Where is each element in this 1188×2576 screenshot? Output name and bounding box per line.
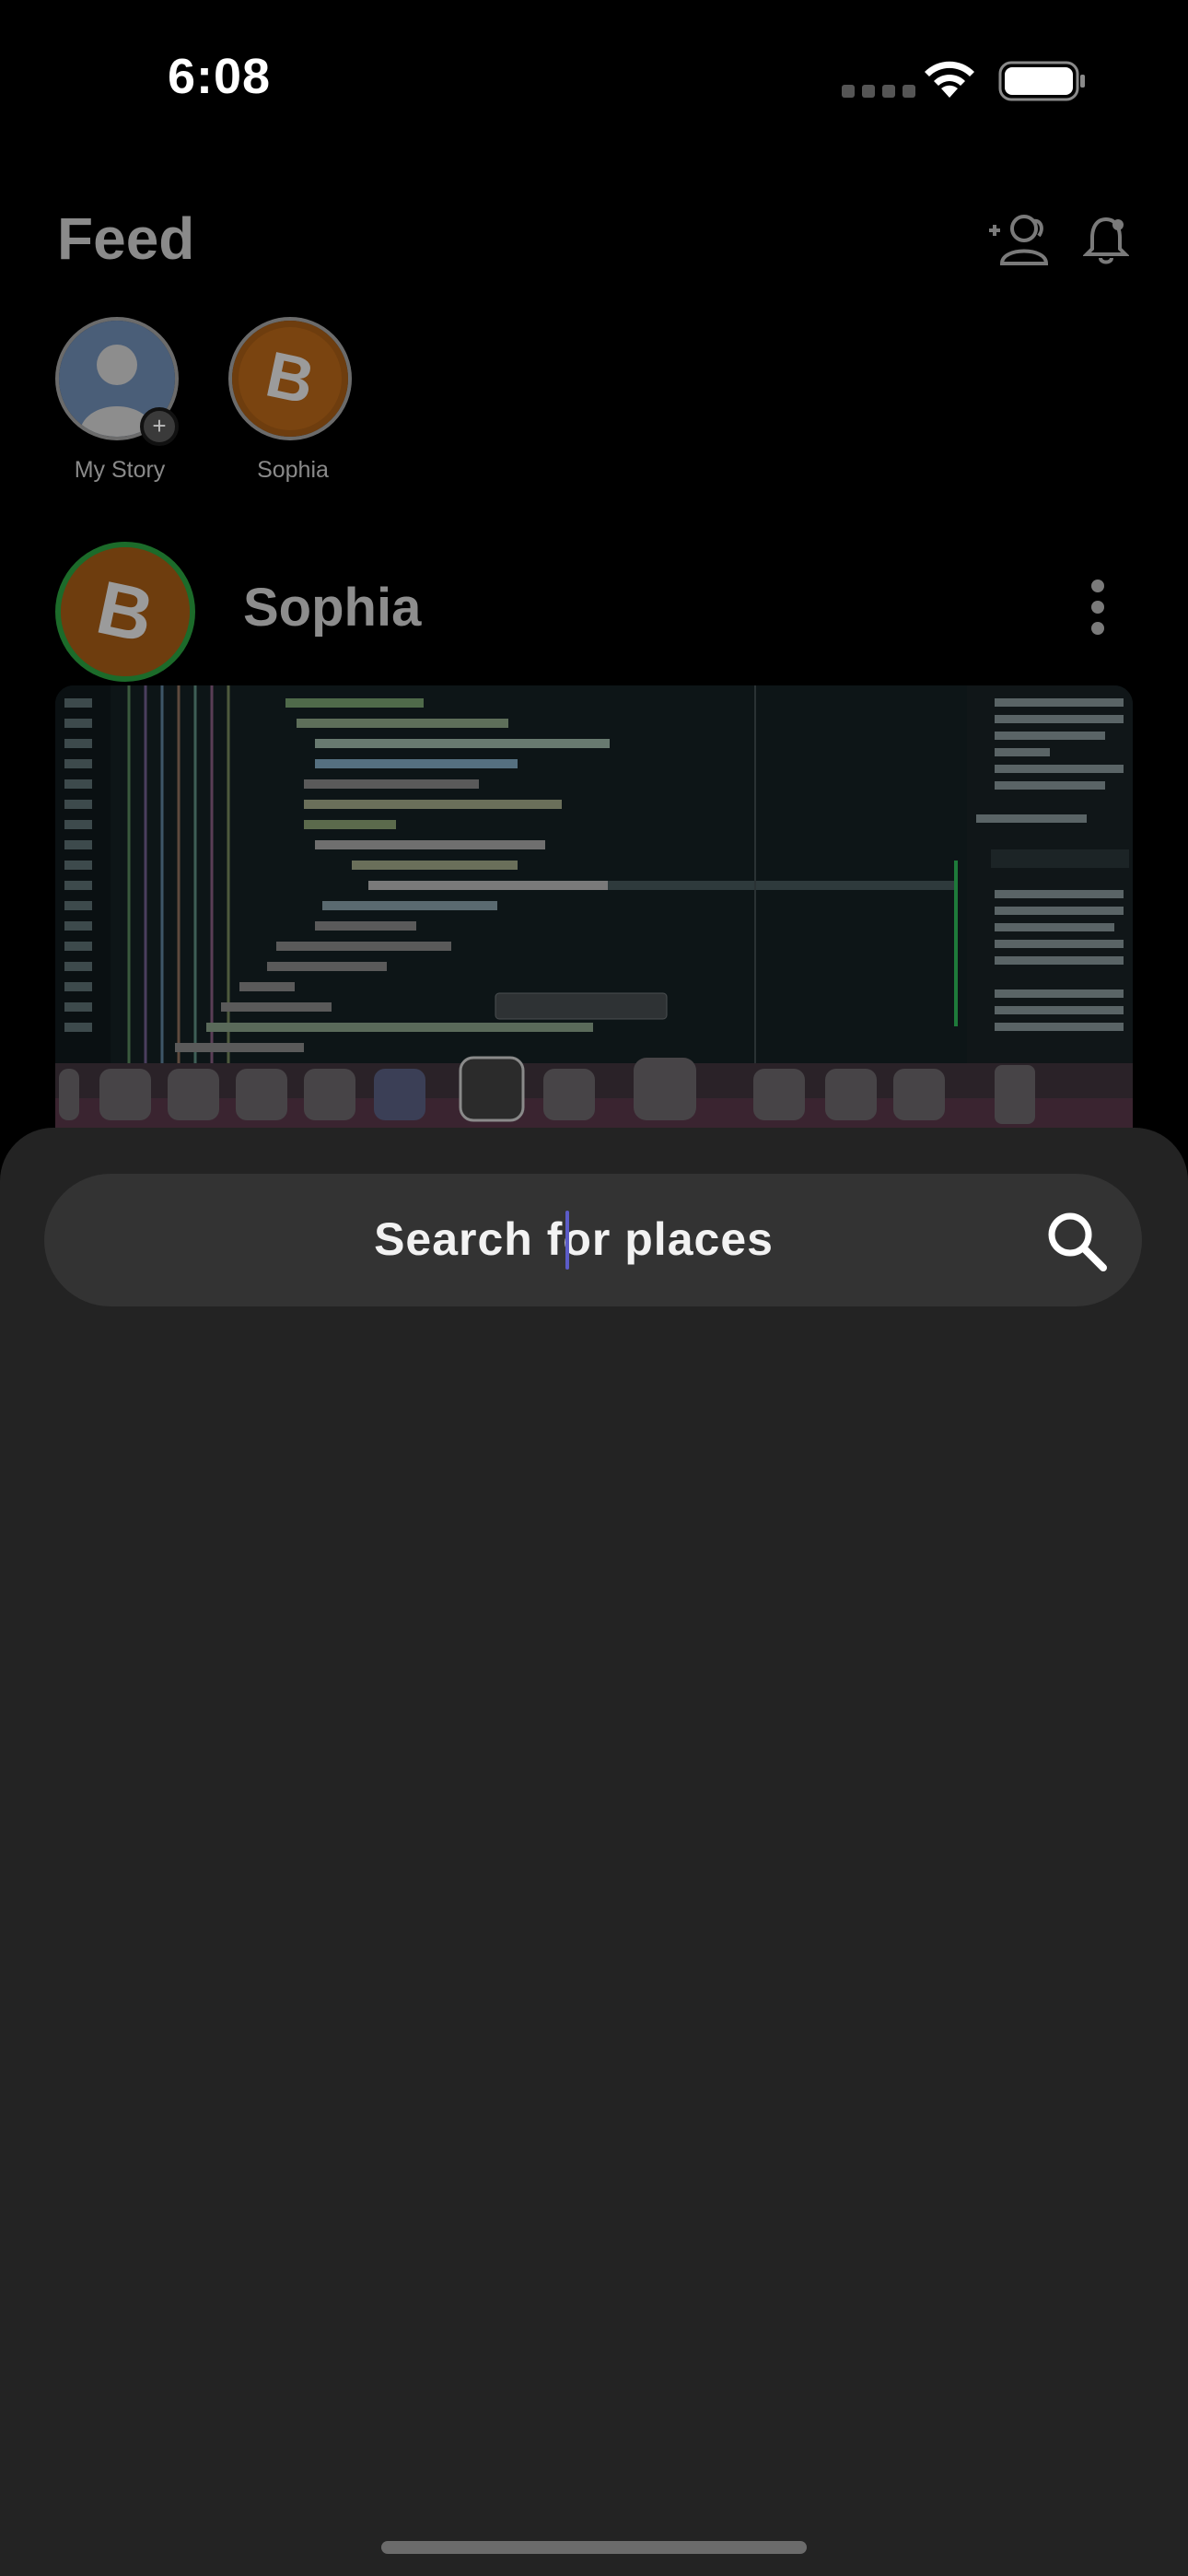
search-sheet: [0, 1128, 1188, 2576]
story-label: Sophia: [257, 457, 329, 483]
add-story-icon[interactable]: +: [140, 407, 179, 446]
home-indicator[interactable]: [381, 2541, 807, 2554]
status-time: 6:08: [168, 49, 272, 104]
wifi-icon: [925, 61, 974, 98]
post-author-name[interactable]: Sophia: [243, 577, 421, 638]
story-sophia[interactable]: B Sophia: [228, 317, 357, 484]
bitcoin-icon: B: [61, 547, 190, 676]
text-cursor: [565, 1211, 569, 1270]
search-icon[interactable]: [1044, 1209, 1109, 1273]
avatar: B: [228, 317, 352, 440]
post-author-avatar[interactable]: B: [55, 542, 195, 682]
post-photo: [55, 685, 1133, 1128]
battery-icon: [998, 61, 1085, 101]
post-image[interactable]: [55, 685, 1133, 1128]
post-header: B Sophia: [55, 542, 1133, 682]
bell-icon[interactable]: [1083, 214, 1129, 265]
more-vertical-icon[interactable]: [1089, 579, 1107, 636]
bitcoin-icon: B: [232, 321, 348, 437]
story-label: My Story: [74, 457, 166, 483]
search-bar[interactable]: [44, 1174, 1142, 1306]
cellular-signal-icon: [842, 85, 915, 98]
add-friend-icon[interactable]: [985, 212, 1052, 267]
search-input[interactable]: [127, 1207, 1020, 1271]
story-my-story[interactable]: My Story: [55, 317, 184, 484]
page-title: Feed: [57, 205, 195, 272]
status-bar: 6:08: [0, 0, 1188, 157]
